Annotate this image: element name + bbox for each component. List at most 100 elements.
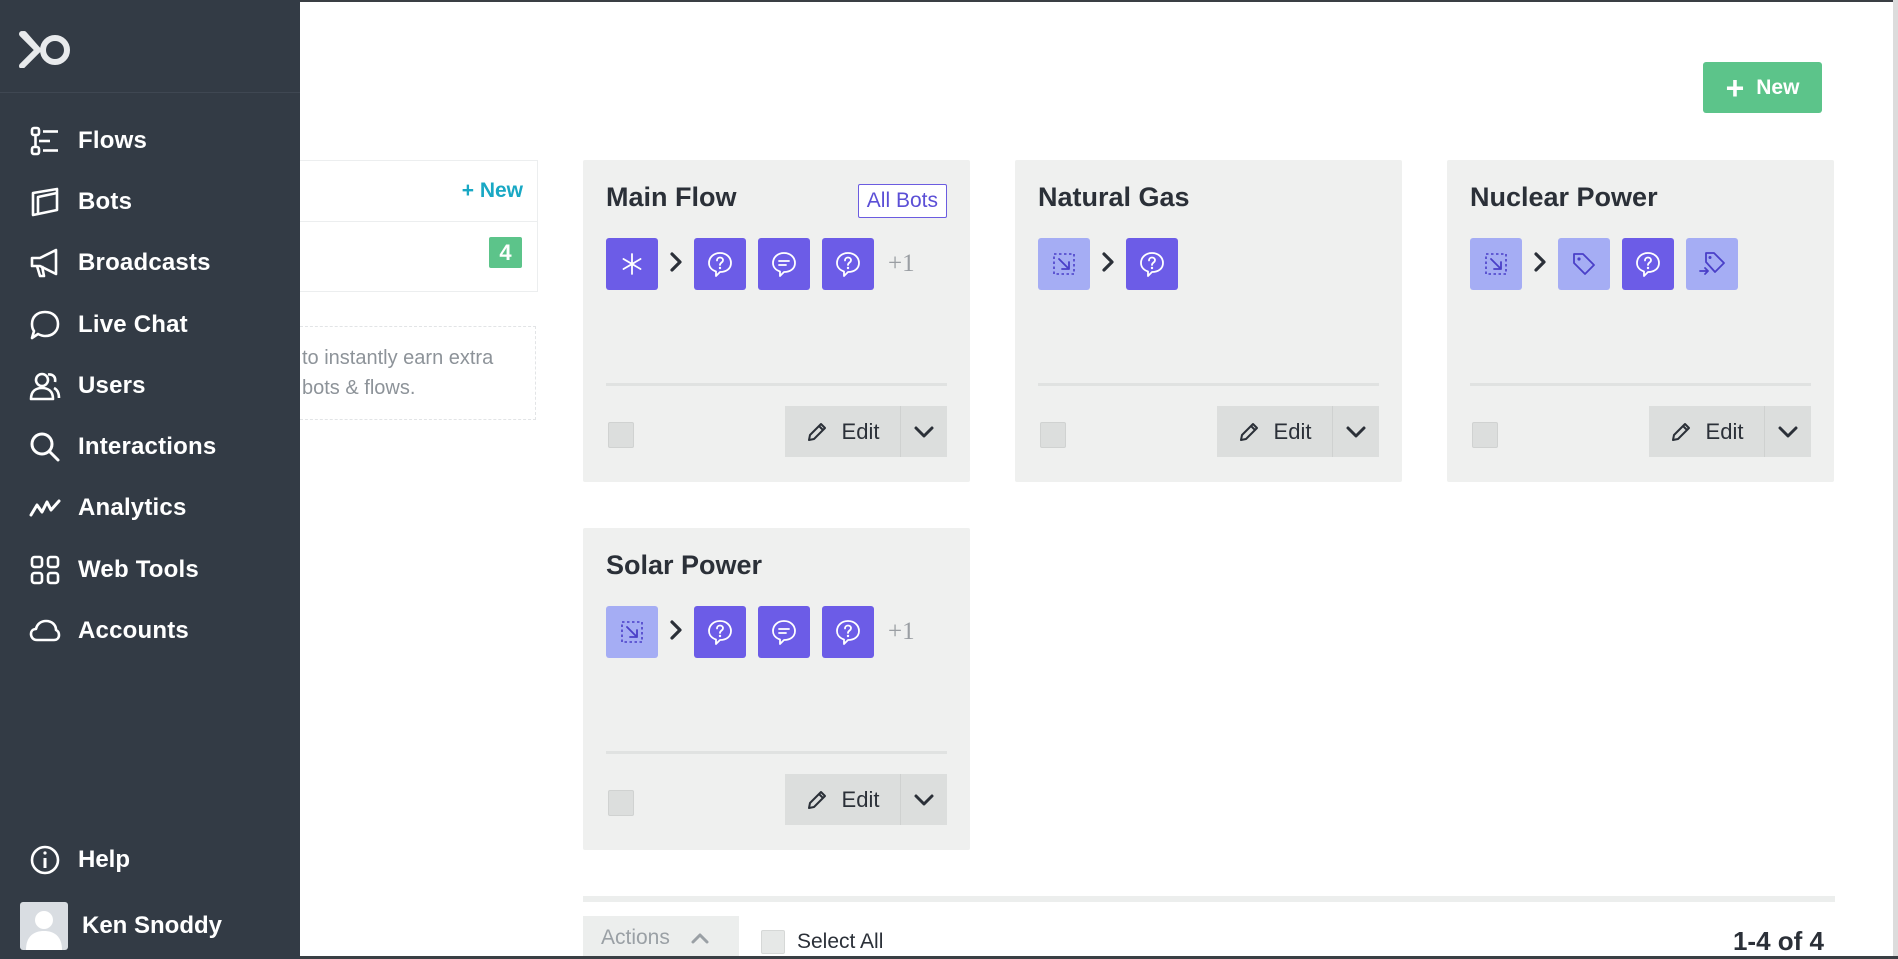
card-checkbox[interactable] [608,422,634,448]
sidebar-item-label: Accounts [78,617,189,645]
chevron-right-icon [668,251,684,278]
chevron-down-icon [1777,425,1799,439]
select-all-checkbox[interactable]: Select All [761,930,883,954]
user-profile[interactable]: Ken Snoddy [20,902,222,950]
edit-button[interactable]: Edit [785,774,901,825]
checkbox[interactable] [761,930,785,954]
all-bots-badge[interactable]: All Bots [857,184,947,218]
bots-icon [31,187,59,217]
users-icon [29,372,61,401]
flow-step-chain [1038,238,1190,290]
entry-point-icon [1482,250,1510,278]
tag-step [1558,238,1610,290]
message-step [758,238,810,290]
question-step [822,606,874,658]
promo-text-line1: to instantly earn extra [302,347,494,369]
sidebar-item-broadcasts[interactable]: Broadcasts [0,233,300,294]
sidebar-item-interactions[interactable]: Interactions [0,416,300,477]
flow-title[interactable]: Nuclear Power [1470,182,1658,213]
new-folder-link[interactable]: + New [462,179,523,203]
question-bubble-icon [834,618,862,646]
edit-button[interactable]: Edit [1217,406,1333,457]
flow-title[interactable]: Main Flow [606,182,737,213]
message-bubble-icon [770,250,798,278]
flow-card[interactable]: Solar Power +1 Edit [583,528,970,850]
chevron-right-icon [1100,251,1116,278]
pencil-icon [1238,421,1260,443]
tag-arrow-icon [1698,250,1726,278]
avatar [20,902,68,950]
sidebar-item-label: Users [78,371,146,399]
flow-title[interactable]: Natural Gas [1038,182,1190,213]
edit-dropdown-button[interactable] [901,406,947,457]
question-bubble-icon [706,250,734,278]
edit-button[interactable]: Edit [1649,406,1765,457]
chevron-down-icon [913,425,935,439]
app-logo[interactable] [18,28,74,69]
more-steps-count: +1 [888,618,915,645]
sidebar-item-bots[interactable]: Bots [0,171,300,232]
message-bubble-icon [770,618,798,646]
question-bubble-icon [1634,250,1662,278]
card-checkbox[interactable] [608,790,634,816]
chevron-right-icon [668,619,684,646]
edit-button-group: Edit [785,774,947,825]
question-bubble-icon [834,250,862,278]
select-all-label: Select All [797,930,884,953]
sidebar-nav: Flows Bots Broadcasts Live Chat Users In… [0,110,300,662]
question-step [1126,238,1178,290]
edit-button[interactable]: Edit [785,406,901,457]
entry-step [1038,238,1090,290]
new-flow-button[interactable]: + New [1703,62,1822,113]
user-name: Ken Snoddy [82,912,223,939]
flow-step-chain [1470,238,1750,290]
sidebar-item-label: Flows [78,126,148,154]
entry-step [1470,238,1522,290]
asterisk-icon [618,250,646,278]
flow-card[interactable]: Nuclear Power Edit [1447,160,1834,482]
edit-dropdown-button[interactable] [901,774,947,825]
sidebar-item-analytics[interactable]: Analytics [0,478,300,539]
card-divider [606,383,947,386]
new-button-label: New [1756,75,1800,99]
promo-box[interactable]: to instantly earn extra bots & flows. [300,326,536,420]
flow-card[interactable]: Main Flow All Bots +1 Edit [583,160,970,482]
trigger-step [606,238,658,290]
sidebar-divider [0,92,300,93]
chevron-down-icon [1345,425,1367,439]
sidebar-item-help[interactable]: Help [28,843,130,877]
pencil-icon [806,421,828,443]
flow-card[interactable]: Natural Gas Edit [1015,160,1402,482]
edit-label: Edit [1705,418,1744,444]
sidebar-item-live-chat[interactable]: Live Chat [0,294,300,355]
chevron-up-icon [691,933,709,943]
flow-step-chain: +1 [606,238,915,290]
sidebar-item-label: Live Chat [78,310,188,338]
sidebar-item-web-tools[interactable]: Web Tools [0,539,300,600]
sidebar-item-label: Analytics [78,494,187,522]
card-checkbox[interactable] [1472,422,1498,448]
sidebar-item-users[interactable]: Users [0,355,300,416]
flows-icon [30,126,58,155]
edit-dropdown-button[interactable] [1765,406,1811,457]
entry-point-icon [618,618,646,646]
question-step [822,238,874,290]
actions-button[interactable]: Actions [583,916,739,959]
entry-step [606,606,658,658]
flow-title[interactable]: Solar Power [606,550,762,581]
edit-button-group: Edit [785,406,947,457]
question-step [694,606,746,658]
question-step [694,238,746,290]
edit-dropdown-button[interactable] [1333,406,1379,457]
sidebar-item-accounts[interactable]: Accounts [0,600,300,661]
chevron-right-icon [1532,251,1548,278]
flow-step-chain: +1 [606,606,915,658]
sidebar-item-label: Help [78,846,131,873]
scrollbar-track[interactable] [1893,0,1898,959]
sidebar-item-flows[interactable]: Flows [0,110,300,171]
chat-bubble-icon [30,310,60,339]
sidebar-item-label: Web Tools [78,555,199,583]
edit-label: Edit [1273,418,1312,444]
card-checkbox[interactable] [1040,422,1066,448]
sidebar-item-label: Interactions [78,433,217,461]
